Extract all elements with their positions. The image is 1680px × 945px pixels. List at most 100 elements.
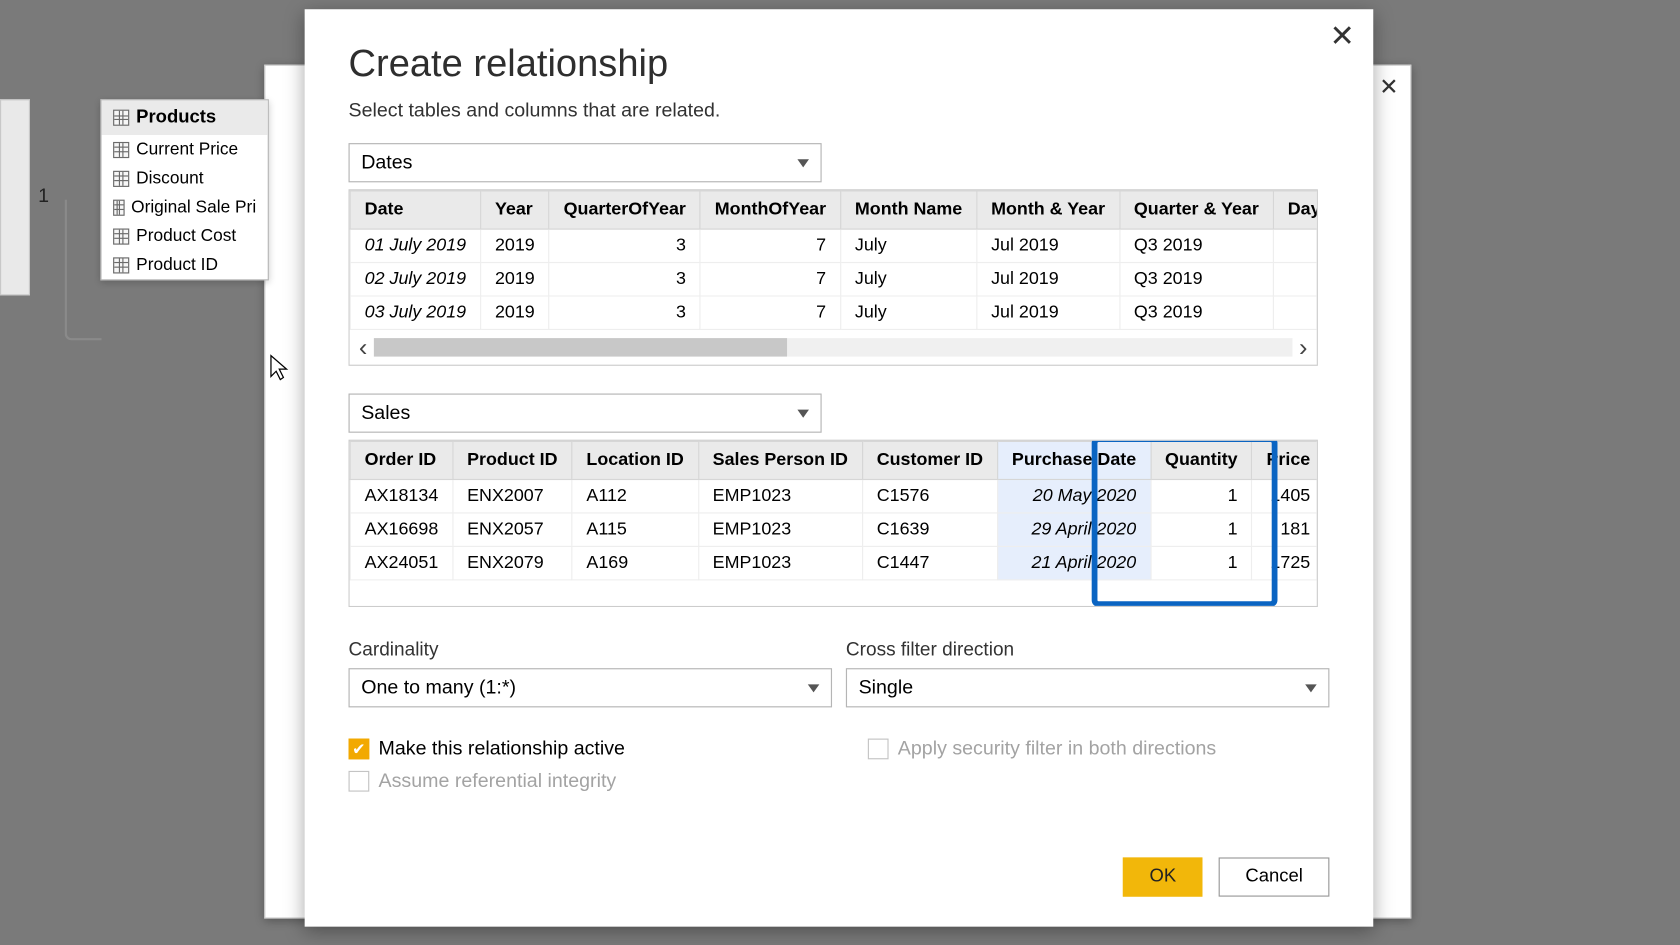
make-active-label: Make this relationship active <box>379 737 625 760</box>
column-header[interactable]: DayInW <box>1273 191 1318 229</box>
field-item[interactable]: Product ID <box>102 250 268 279</box>
chevron-down-icon <box>797 159 809 167</box>
column-header[interactable]: Quarter & Year <box>1119 191 1273 229</box>
scroll-left-icon[interactable]: ‹ <box>359 332 367 362</box>
cell: AX24051 <box>350 546 452 579</box>
dates-hscrollbar[interactable]: ‹ › <box>350 330 1317 365</box>
cell: AX18134 <box>350 479 452 512</box>
dates-table[interactable]: DateYearQuarterOfYearMonthOfYearMonth Na… <box>350 190 1318 330</box>
field-label: Product ID <box>136 255 218 275</box>
cell: C1447 <box>862 546 997 579</box>
cell: 03 July 2019 <box>350 296 480 329</box>
dialog-subtitle: Select tables and columns that are relat… <box>349 99 1330 122</box>
column-icon <box>113 141 129 157</box>
field-item[interactable]: Product Cost <box>102 222 268 251</box>
cell: C1639 <box>862 513 997 546</box>
column-header[interactable]: Location ID <box>572 441 698 479</box>
cell: A115 <box>572 513 698 546</box>
cell: 01 July 2019 <box>350 229 480 262</box>
table1-dropdown[interactable]: Dates <box>349 143 822 182</box>
crossfilter-label: Cross filter direction <box>846 639 1330 661</box>
table-row[interactable]: AX16698ENX2057A115EMP1023C163929 April 2… <box>350 513 1318 546</box>
column-header[interactable]: QuarterOfYear <box>549 191 700 229</box>
cell: 3 <box>549 229 700 262</box>
cell: ENX2007 <box>453 479 572 512</box>
column-header[interactable]: Year <box>481 191 550 229</box>
sales-table[interactable]: Order IDProduct IDLocation IDSales Perso… <box>350 441 1318 581</box>
background-close-icon[interactable]: ✕ <box>1379 73 1398 102</box>
column-header[interactable]: Quantity <box>1151 441 1252 479</box>
column-header[interactable]: MonthOfYear <box>700 191 840 229</box>
table1-dropdown-value: Dates <box>361 151 412 174</box>
field-label: Current Price <box>136 140 238 160</box>
cardinality-dropdown[interactable]: One to many (1:*) <box>349 668 833 707</box>
ok-button[interactable]: OK <box>1123 857 1203 896</box>
cell: C1576 <box>862 479 997 512</box>
checkbox-checked-icon: ✔ <box>349 739 370 760</box>
relationship-connector <box>65 200 102 341</box>
column-icon <box>113 170 129 186</box>
table-row[interactable]: 02 July 2019201937JulyJul 2019Q3 2019 <box>350 263 1318 296</box>
cell: EMP1023 <box>698 546 862 579</box>
column-header[interactable]: Product ID <box>453 441 572 479</box>
left-panel <box>0 99 30 295</box>
scroll-right-icon[interactable]: › <box>1299 332 1307 362</box>
cell: ENX2079 <box>453 546 572 579</box>
cell: Q3 2019 <box>1119 263 1273 296</box>
scroll-thumb[interactable] <box>374 338 787 356</box>
column-icon <box>113 257 129 273</box>
cell: 21 April 2020 <box>997 546 1150 579</box>
chevron-down-icon <box>1305 684 1317 692</box>
field-item[interactable]: Original Sale Pri <box>102 193 268 222</box>
crossfilter-dropdown[interactable]: Single <box>846 668 1330 707</box>
column-header[interactable]: Month Name <box>840 191 976 229</box>
cell: EMP1023 <box>698 513 862 546</box>
column-header[interactable]: Customer ID <box>862 441 997 479</box>
cell: A169 <box>572 546 698 579</box>
column-icon <box>113 199 124 215</box>
crossfilter-value: Single <box>859 676 914 699</box>
cell: Q3 2019 <box>1119 229 1273 262</box>
table-row[interactable]: 03 July 2019201937JulyJul 2019Q3 2019 <box>350 296 1318 329</box>
cell: 3 <box>549 296 700 329</box>
table-row[interactable]: AX18134ENX2007A112EMP1023C157620 May 202… <box>350 479 1318 512</box>
column-header[interactable]: Purchase Date <box>997 441 1150 479</box>
cell: A112 <box>572 479 698 512</box>
checkbox-unchecked-icon <box>868 739 889 760</box>
table-row[interactable]: 01 July 2019201937JulyJul 2019Q3 2019 <box>350 229 1318 262</box>
close-icon[interactable]: ✕ <box>1330 21 1355 51</box>
cell <box>1273 296 1318 329</box>
cell: 1 <box>1151 513 1252 546</box>
cell: 7 <box>700 229 840 262</box>
column-header[interactable]: Month & Year <box>977 191 1120 229</box>
scroll-track[interactable] <box>374 338 1292 356</box>
security-filter-checkbox: Apply security filter in both directions <box>868 737 1330 760</box>
column-header[interactable]: Date <box>350 191 480 229</box>
column-icon <box>113 228 129 244</box>
cell: Jul 2019 <box>977 263 1120 296</box>
products-card-title: Products <box>136 107 216 128</box>
cell: 2019 <box>481 229 550 262</box>
cell: 1725 <box>1252 546 1318 579</box>
field-label: Original Sale Pri <box>131 197 256 217</box>
checkbox-unchecked-icon <box>349 771 370 792</box>
cell: 181 <box>1252 513 1318 546</box>
sales-hscrollbar[interactable] <box>350 580 1317 605</box>
make-active-checkbox[interactable]: ✔ Make this relationship active <box>349 737 811 760</box>
cell: ENX2057 <box>453 513 572 546</box>
create-relationship-dialog: ✕ Create relationship Select tables and … <box>305 9 1374 926</box>
field-label: Product Cost <box>136 226 236 246</box>
sales-preview: Order IDProduct IDLocation IDSales Perso… <box>349 440 1318 607</box>
column-header[interactable]: Order ID <box>350 441 452 479</box>
field-label: Discount <box>136 168 203 188</box>
column-header[interactable]: Sales Person ID <box>698 441 862 479</box>
products-table-card[interactable]: Products Current Price Discount Original S… <box>100 99 268 280</box>
table2-dropdown[interactable]: Sales <box>349 394 822 433</box>
cancel-button[interactable]: Cancel <box>1219 857 1330 896</box>
cell: 29 April 2020 <box>997 513 1150 546</box>
field-item[interactable]: Discount <box>102 164 268 193</box>
cell <box>1273 229 1318 262</box>
column-header[interactable]: Price <box>1252 441 1318 479</box>
table-row[interactable]: AX24051ENX2079A169EMP1023C144721 April 2… <box>350 546 1318 579</box>
field-item[interactable]: Current Price <box>102 135 268 164</box>
